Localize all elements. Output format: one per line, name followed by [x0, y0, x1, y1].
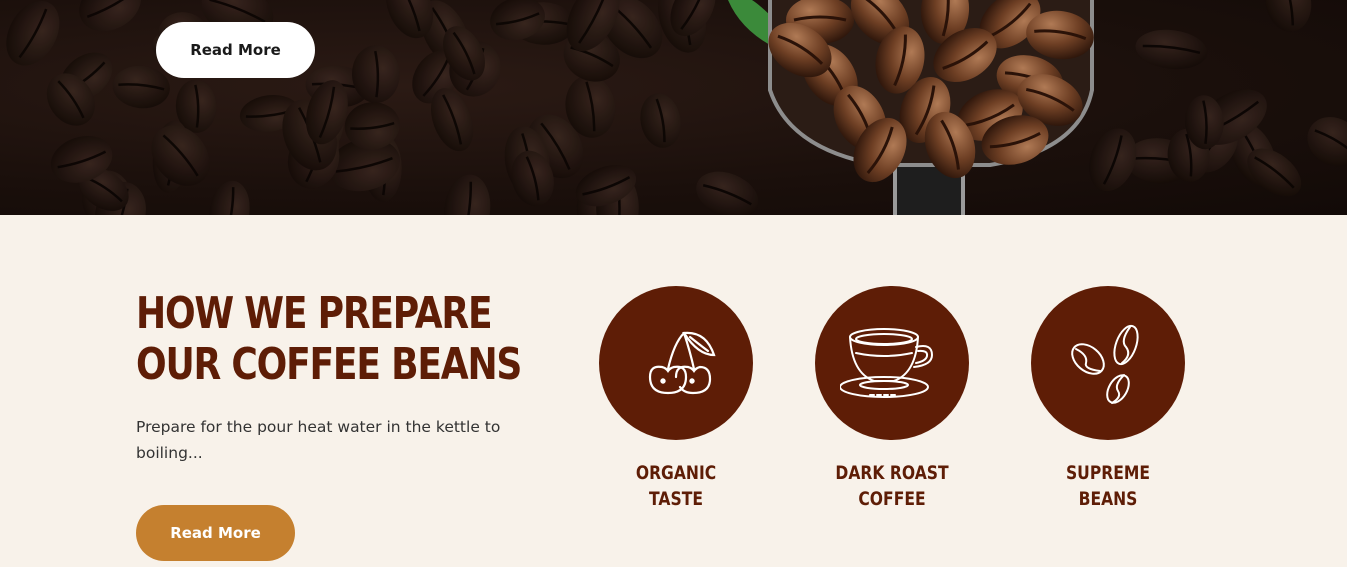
feature-label-line-2: BEANS	[1078, 488, 1138, 510]
feature-icon-circle	[1031, 286, 1185, 440]
coffee-beans-icon	[1071, 324, 1139, 404]
cherry-icon	[648, 331, 716, 395]
hero-banner: Read More	[0, 0, 1347, 215]
feature-icon-circle	[815, 286, 969, 440]
feature-supreme-beans: SUPREME BEANS	[1031, 286, 1185, 512]
feature-label-line-2: TASTE	[649, 488, 703, 510]
section-heading: HOW WE PREPARE OUR COFFEE BEANS	[136, 288, 522, 390]
feature-label: ORGANIC TASTE	[613, 460, 739, 512]
feature-label: SUPREME BEANS	[1045, 460, 1171, 512]
feature-label: DARK ROAST COFFEE	[829, 460, 955, 512]
feature-organic-taste: ORGANIC TASTE	[599, 286, 753, 512]
hero-read-more-button[interactable]: Read More	[156, 22, 315, 78]
section-description: Prepare for the pour heat water in the k…	[136, 418, 501, 462]
feature-icon-circle	[599, 286, 753, 440]
feature-label-line-1: ORGANIC	[635, 462, 717, 484]
prepare-read-more-button[interactable]: Read More	[136, 505, 295, 561]
feature-label-line-1: SUPREME	[1065, 462, 1151, 484]
heading-line-2: OUR COFFEE BEANS	[136, 339, 522, 390]
heading-line-1: HOW WE PREPARE	[136, 288, 493, 339]
feature-label-line-2: COFFEE	[858, 488, 926, 510]
coffee-cup-icon	[840, 328, 934, 398]
feature-label-line-1: DARK ROAST	[835, 462, 949, 484]
feature-dark-roast-coffee: DARK ROAST COFFEE	[815, 286, 969, 512]
